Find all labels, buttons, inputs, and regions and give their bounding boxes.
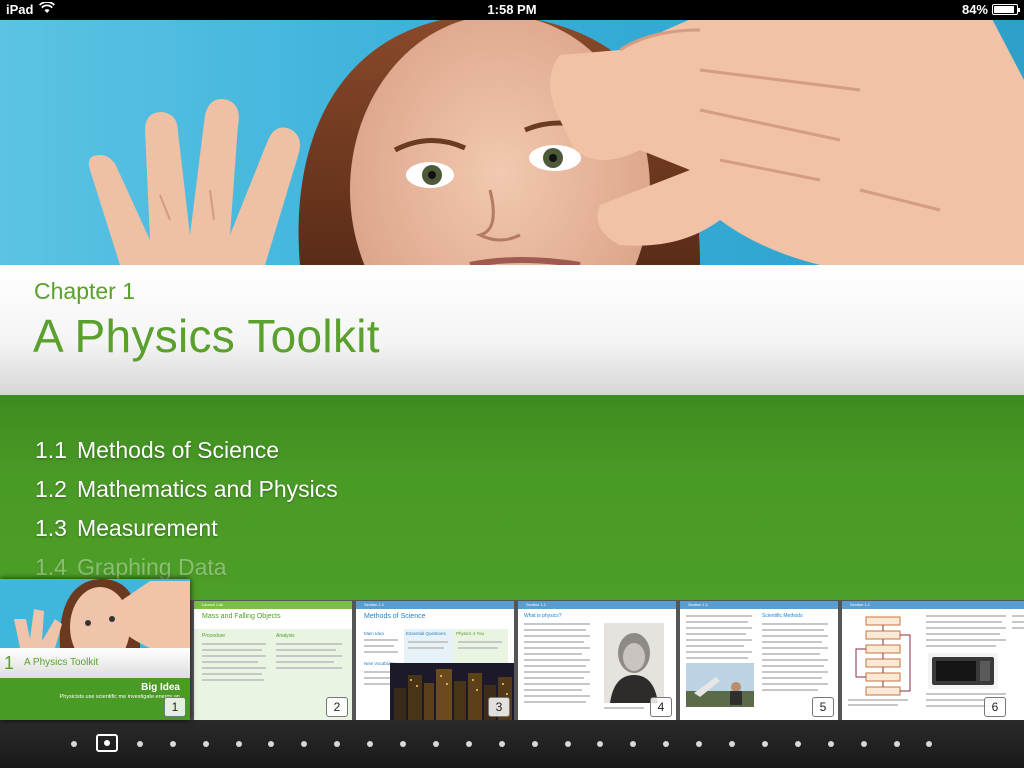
chapter-title: A Physics Toolkit: [33, 310, 380, 362]
thumbnail-header: Section 1.1: [842, 601, 1024, 609]
page-dot[interactable]: [663, 741, 670, 747]
flowchart-diagram: [848, 616, 911, 706]
toc-number: 1.1: [35, 437, 67, 463]
page-dot[interactable]: [465, 741, 472, 747]
thumbnail-header: Section 1.1: [356, 601, 514, 609]
thumbnail-page-title: What is physics?: [524, 613, 562, 619]
thumbnail-heading: Essential Questions: [406, 631, 446, 636]
toc-title: Measurement: [76, 515, 218, 541]
page-number-badge: 5: [812, 697, 834, 717]
telescope-photo: [686, 663, 754, 707]
thumbnail-chapter-title: A Physics Toolkit: [24, 657, 99, 668]
battery-percent: 84%: [961, 2, 988, 17]
portrait-photo: [604, 623, 664, 703]
thumbnail-page-title: Methods of Science: [364, 613, 426, 620]
thumbnail-page-2[interactable]: Launch Lab Mass and Falling Objects Proc…: [194, 601, 352, 720]
toc-title: Methods of Science: [76, 437, 279, 463]
page-number-badge: 2: [326, 697, 348, 717]
toc-title: Mathematics and Physics: [76, 476, 338, 502]
toc-number: 1.2: [35, 476, 67, 502]
microwave-photo: [928, 653, 998, 689]
toc-item-1-1[interactable]: 1.1 Methods of Science: [35, 437, 279, 464]
page-thumbnail-strip[interactable]: 1 A Physics Toolkit Big Idea Physicists …: [0, 579, 1024, 720]
thumbnail-heading: Main Idea: [364, 631, 384, 636]
chapter-hero-image: [0, 20, 1024, 265]
thumbnail-header: Section 1.1: [518, 601, 676, 609]
page-dot[interactable]: [136, 741, 143, 747]
thumbnail-title-band: 1 A Physics Toolkit: [0, 648, 190, 678]
toc-number: 1.4: [35, 554, 67, 580]
page-dot[interactable]: [400, 741, 406, 747]
page-dot[interactable]: [531, 741, 538, 747]
page-dot[interactable]: [367, 741, 374, 747]
toc-title: Graphing Data: [76, 554, 227, 580]
page-dot[interactable]: [202, 741, 209, 747]
thumbnail-page-title: Scientific Methods: [762, 613, 803, 619]
big-idea-label: Big Idea: [141, 682, 180, 693]
toc-item-1-4[interactable]: 1.4 Graphing Data: [35, 554, 227, 581]
thumbnail-header: Launch Lab: [194, 601, 352, 609]
battery-icon: [992, 4, 1020, 15]
page-number-badge: 6: [984, 697, 1006, 717]
page-dot[interactable]: [696, 741, 703, 747]
page-dot[interactable]: [301, 741, 308, 747]
page-dot[interactable]: [893, 741, 900, 747]
page-dot[interactable]: [860, 741, 867, 747]
page-dot[interactable]: [761, 741, 768, 747]
page-dot[interactable]: [71, 741, 77, 747]
page-dot-current[interactable]: [95, 734, 118, 752]
page-dot[interactable]: [268, 741, 275, 747]
page-dot[interactable]: [794, 741, 801, 747]
thumbnail-header: Section 1.1: [680, 601, 838, 609]
thumbnail-heading: Analysis: [276, 633, 295, 639]
thumbnail-heading: Procedure: [202, 633, 226, 639]
page-dot[interactable]: [827, 741, 834, 747]
page-dot[interactable]: [564, 741, 571, 747]
page-number-badge: 4: [650, 697, 672, 717]
toc-number: 1.3: [35, 515, 67, 541]
page-navigation-dots[interactable]: [0, 720, 1024, 768]
table-of-contents: 1.1 Methods of Science 1.2 Mathematics and…: [0, 395, 1024, 600]
page-number-badge: 1: [164, 697, 186, 717]
thumbnail-heading: Physics 4 You: [456, 631, 485, 636]
page-dot[interactable]: [432, 741, 439, 747]
page-dot[interactable]: [926, 741, 933, 747]
page-dot[interactable]: [334, 741, 341, 747]
page-dot[interactable]: [630, 741, 637, 747]
thumbnail-page-6[interactable]: Section 1.1 6: [842, 601, 1024, 720]
page-dot[interactable]: [235, 741, 242, 747]
page-number-badge: 3: [488, 697, 510, 717]
toc-item-1-3[interactable]: 1.3 Measurement: [35, 515, 218, 542]
thumbnail-page-1[interactable]: 1 A Physics Toolkit Big Idea Physicists …: [0, 579, 190, 720]
page-dot[interactable]: [597, 741, 604, 747]
chapter-title-band: Chapter 1 A Physics Toolkit: [0, 265, 1024, 395]
thumbnail-chapter-number: 1: [4, 653, 15, 673]
chapter-label: Chapter 1: [34, 278, 136, 304]
status-bar: iPad 1:58 PM 84%: [0, 0, 1024, 20]
thumbnail-page-title: Mass and Falling Objects: [202, 613, 281, 620]
thumbnail-page-3[interactable]: Section 1.1 Methods of Science Main Idea…: [356, 601, 514, 720]
page-dot[interactable]: [729, 741, 735, 747]
page-dot[interactable]: [169, 741, 176, 747]
thumbnail-page-4[interactable]: Section 1.1 What is physics? 4: [518, 601, 676, 720]
thumbnail-hero-image: [0, 579, 190, 648]
toc-item-1-2[interactable]: 1.2 Mathematics and Physics: [35, 476, 338, 503]
thumbnail-page-5[interactable]: Section 1.1 Scientific Methods 5: [680, 601, 838, 720]
clock: 1:58 PM: [487, 2, 537, 17]
big-idea-text: Physicists use scientific me investigate…: [59, 694, 180, 700]
page-dot[interactable]: [498, 741, 505, 747]
